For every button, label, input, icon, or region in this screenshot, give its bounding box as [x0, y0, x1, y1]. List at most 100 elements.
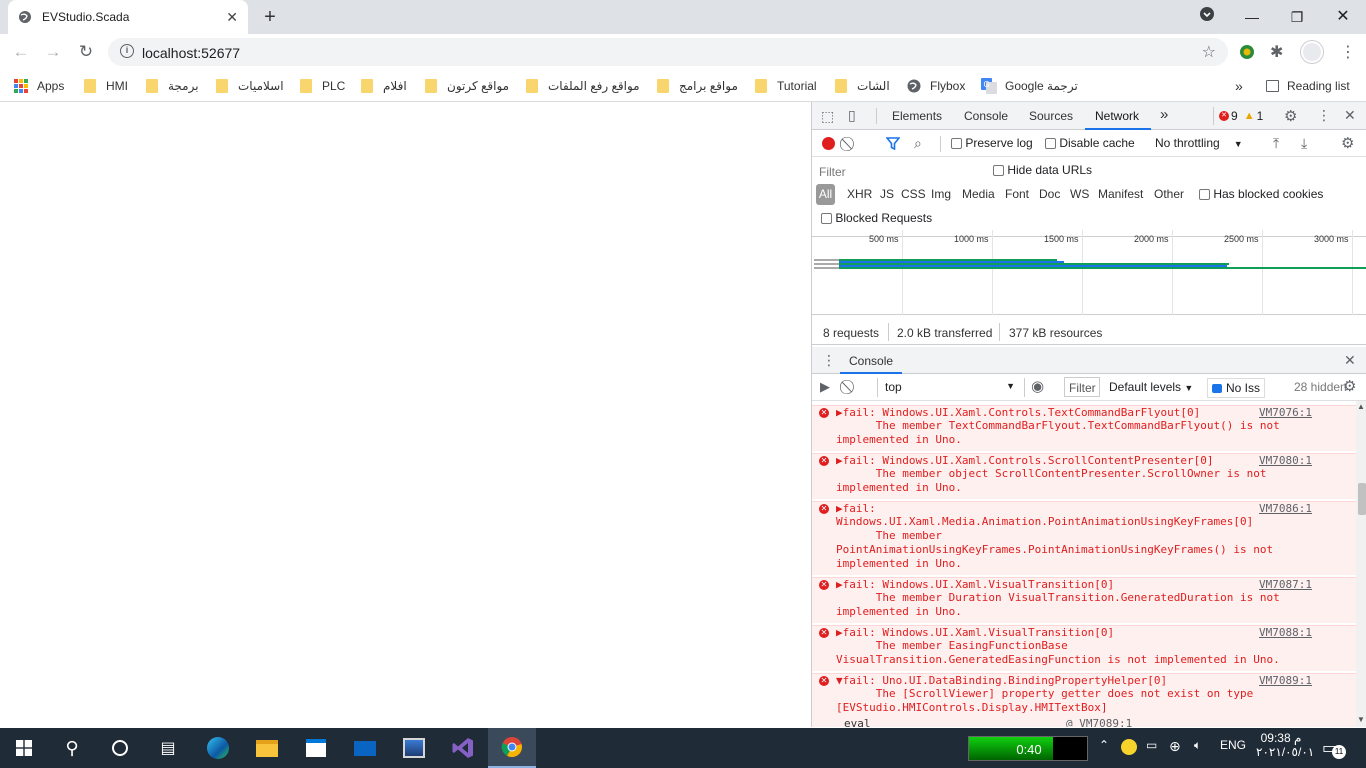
source-link[interactable]: VM7086:1 — [1259, 502, 1312, 516]
star-icon[interactable]: ☆ — [1202, 42, 1216, 62]
timer-progress-widget[interactable]: 0:40 — [968, 736, 1088, 761]
bookmark-flybox[interactable]: Flybox — [907, 77, 965, 95]
tab-network[interactable]: Network — [1095, 109, 1139, 123]
taskbar-store[interactable] — [292, 728, 340, 768]
export-har-icon[interactable]: ⤓ — [1301, 135, 1307, 152]
source-link[interactable]: VM7089:1 — [1259, 674, 1312, 688]
close-tab-icon[interactable]: ✕ — [226, 9, 238, 26]
tab-console[interactable]: Console — [964, 109, 1008, 123]
inspect-element-icon[interactable]: ⬚ — [821, 108, 834, 125]
show-sidebar-icon[interactable]: ▶ — [820, 379, 830, 395]
throttling-select[interactable]: No throttling ▼ — [1155, 136, 1243, 150]
bookmark-apps[interactable]: Apps — [14, 77, 64, 95]
drawer-menu-icon[interactable]: ⋮ — [822, 352, 836, 369]
network-overview-timeline[interactable]: 500 ms 1000 ms 1500 ms 2000 ms 2500 ms 3… — [812, 230, 1366, 315]
taskbar-mail[interactable] — [341, 728, 389, 768]
console-filter-input[interactable]: Filter — [1064, 377, 1100, 397]
battery-icon[interactable]: ▭ — [1146, 738, 1157, 752]
clock[interactable]: 09:38 م ٢٠٢١/٠٥/٠١ — [1256, 731, 1314, 759]
volume-icon[interactable]: 🔈︎ — [1194, 738, 1201, 753]
reload-button[interactable]: ↻ — [75, 42, 97, 64]
preserve-log-checkbox[interactable]: Preserve log — [951, 136, 1033, 150]
source-link[interactable]: VM7087:1 — [1259, 578, 1312, 592]
action-center-button[interactable]: ▭ 11 — [1322, 738, 1346, 759]
drawer-tab-console[interactable]: Console — [849, 354, 893, 368]
close-drawer-icon[interactable]: ✕ — [1344, 352, 1356, 369]
filter-other[interactable]: Other — [1154, 187, 1184, 201]
issues-button[interactable]: No Iss — [1207, 378, 1266, 398]
task-view-button[interactable]: ▤ — [144, 728, 192, 768]
filter-ws[interactable]: WS — [1070, 187, 1089, 201]
restore-button[interactable]: ❐ — [1285, 5, 1309, 29]
stack-frame-source[interactable]: @ VM7089:1 — [1066, 717, 1132, 727]
bookmark-folder[interactable]: اسلاميات — [216, 77, 284, 95]
bookmarks-overflow-button[interactable]: » — [1235, 77, 1243, 95]
close-devtools-icon[interactable]: ✕ — [1344, 107, 1356, 124]
bookmark-folder[interactable]: الشات — [835, 77, 890, 95]
filter-funnel-icon[interactable] — [886, 137, 900, 150]
device-toolbar-icon[interactable]: ▯ — [848, 107, 856, 124]
filter-manifest[interactable]: Manifest — [1098, 187, 1143, 201]
console-settings-gear-icon[interactable]: ⚙ — [1343, 377, 1356, 395]
scroll-up-icon[interactable]: ▲ — [1357, 402, 1365, 411]
blocked-requests-checkbox[interactable]: Blocked Requests — [821, 211, 932, 225]
show-hidden-icons-button[interactable]: ⌃ — [1099, 738, 1109, 752]
bookmark-folder[interactable]: افلام — [361, 77, 407, 95]
start-button[interactable] — [0, 728, 48, 768]
tab-search-button[interactable] — [1195, 5, 1219, 29]
search-button[interactable]: ⚲ — [48, 728, 96, 768]
filter-css[interactable]: CSS — [901, 187, 926, 201]
more-tabs-button[interactable]: » — [1160, 106, 1168, 123]
new-tab-button[interactable]: + — [258, 5, 282, 29]
taskbar-app[interactable] — [390, 728, 438, 768]
source-link[interactable]: VM7080:1 — [1259, 454, 1312, 468]
filter-img[interactable]: Img — [931, 187, 951, 201]
menu-kebab-icon[interactable]: ⋮ — [1340, 42, 1356, 62]
extension-icon[interactable] — [1238, 43, 1256, 64]
bookmark-folder[interactable]: Tutorial — [755, 77, 817, 95]
devtools-menu-icon[interactable]: ⋮ — [1317, 107, 1331, 124]
record-button[interactable] — [822, 137, 835, 150]
bookmark-folder[interactable]: HMI — [84, 77, 128, 95]
page-viewport[interactable] — [0, 103, 811, 728]
scrollbar-thumb[interactable] — [1358, 483, 1366, 515]
taskbar-file-explorer[interactable] — [243, 728, 291, 768]
network-globe-icon[interactable]: ⊕ — [1169, 738, 1181, 755]
taskbar-visual-studio[interactable] — [439, 728, 487, 768]
import-har-icon[interactable]: ⤒ — [1273, 135, 1279, 152]
browser-tab[interactable]: EVStudio.Scada ✕ — [8, 0, 248, 34]
bookmark-folder[interactable]: مواقع رفع الملفات — [526, 77, 640, 95]
hide-data-urls-checkbox[interactable]: Hide data URLs — [993, 163, 1092, 177]
bookmark-google-translate[interactable]: G Google ترجمة — [981, 77, 1078, 95]
address-bar[interactable]: i localhost:52677 ☆ — [108, 38, 1228, 66]
taskbar-chrome[interactable] — [488, 728, 536, 768]
scroll-down-icon[interactable]: ▼ — [1357, 715, 1365, 724]
close-window-button[interactable]: ✕ — [1331, 5, 1355, 29]
bookmark-folder[interactable]: PLC — [300, 77, 345, 95]
disable-cache-checkbox[interactable]: Disable cache — [1045, 136, 1135, 150]
filter-xhr[interactable]: XHR — [847, 187, 872, 201]
settings-gear-icon[interactable]: ⚙ — [1284, 107, 1297, 125]
reading-list-button[interactable]: Reading list — [1266, 77, 1350, 95]
console-scrollbar[interactable]: ▲ ▼ — [1356, 401, 1366, 727]
bookmark-folder[interactable]: مواقع برامج — [657, 77, 738, 95]
console-log[interactable]: ✕ VM7076:1 ▶fail: Windows.UI.Xaml.Contro… — [812, 401, 1357, 727]
tab-elements[interactable]: Elements — [892, 109, 942, 123]
has-blocked-cookies-checkbox[interactable]: Has blocked cookies — [1199, 187, 1323, 201]
filter-font[interactable]: Font — [1005, 187, 1029, 201]
info-icon[interactable]: i — [120, 44, 134, 58]
profile-avatar[interactable] — [1301, 41, 1323, 63]
filter-all[interactable]: All — [816, 184, 835, 205]
source-link[interactable]: VM7088:1 — [1259, 626, 1312, 640]
log-levels-select[interactable]: Default levels ▼ — [1109, 380, 1193, 394]
puzzle-icon[interactable]: ✱ — [1270, 42, 1283, 62]
cortana-button[interactable] — [96, 728, 144, 768]
context-select[interactable]: top ▼ — [885, 380, 1015, 394]
bookmark-folder[interactable]: برمجة — [146, 77, 199, 95]
back-button[interactable]: ← — [10, 42, 32, 64]
filter-doc[interactable]: Doc — [1039, 187, 1060, 201]
filter-media[interactable]: Media — [962, 187, 995, 201]
minimize-button[interactable]: — — [1240, 5, 1264, 29]
eye-icon[interactable]: ◉ — [1031, 377, 1044, 395]
filter-input[interactable]: Filter — [819, 165, 846, 179]
